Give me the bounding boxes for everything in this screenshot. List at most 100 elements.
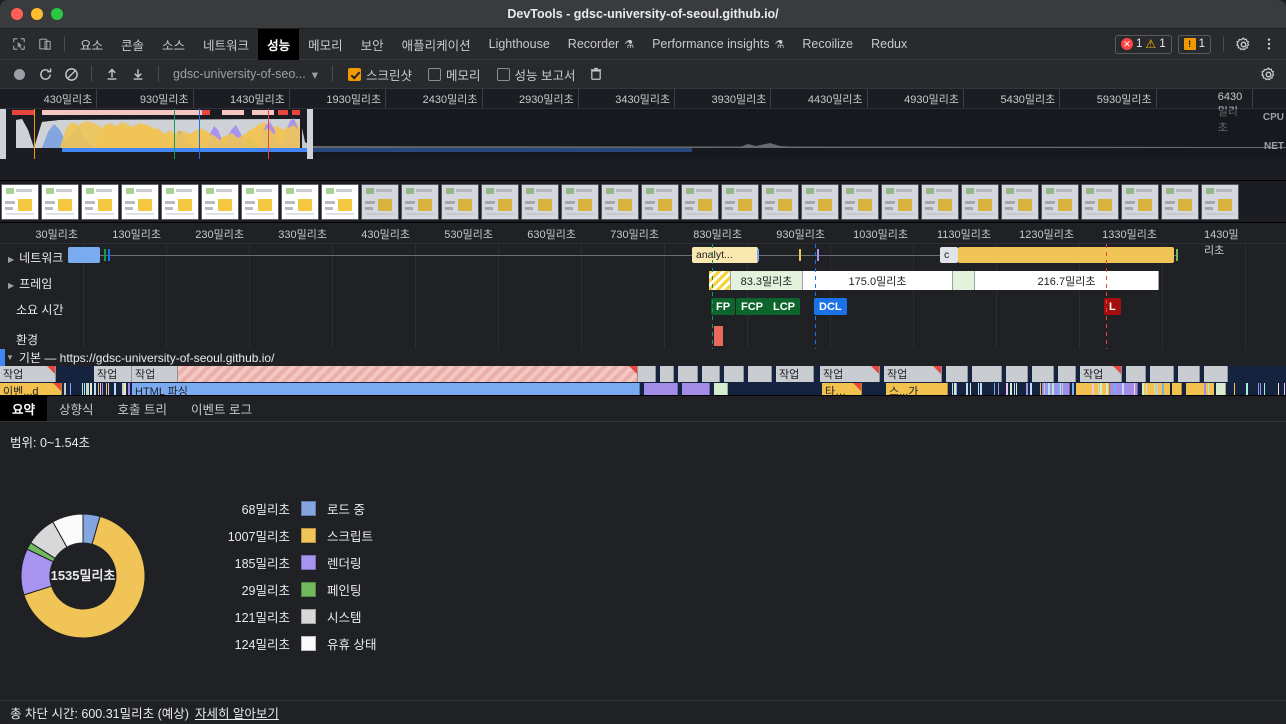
timeline-tracks[interactable]: 30밀리초 130밀리초 230밀리초 330밀리초 430밀리초 530밀리초 630밀리… bbox=[0, 223, 1286, 395]
filmstrip-frame[interactable] bbox=[521, 184, 559, 220]
tab-elements[interactable]: 요소 bbox=[71, 29, 112, 60]
flame-bar-rendering[interactable] bbox=[1110, 383, 1138, 395]
flame-bar-task[interactable]: 작업 bbox=[820, 366, 880, 382]
filmstrip-frame[interactable] bbox=[721, 184, 759, 220]
network-request-main[interactable] bbox=[68, 247, 100, 263]
filmstrip-frame[interactable] bbox=[481, 184, 519, 220]
marker-fcp[interactable]: FCP bbox=[736, 298, 768, 315]
window-controls[interactable] bbox=[0, 8, 63, 20]
maximize-window-button[interactable] bbox=[51, 8, 63, 20]
tab-recoilize[interactable]: Recoilize bbox=[793, 29, 862, 60]
flame-chart[interactable]: 작업 작업 작업 작업 작업 작업 작업 이벤...d HTML 파싱 타… 스… bbox=[0, 366, 1286, 395]
filmstrip-frame[interactable] bbox=[561, 184, 599, 220]
minimize-window-button[interactable] bbox=[31, 8, 43, 20]
close-window-button[interactable] bbox=[11, 8, 23, 20]
track-network-label[interactable]: ▶ 네트워크 bbox=[0, 249, 63, 266]
tab-network[interactable]: 네트워크 bbox=[194, 29, 258, 60]
filmstrip-frame[interactable] bbox=[161, 184, 199, 220]
flame-bar-task[interactable]: 작업 bbox=[884, 366, 942, 382]
download-profile-icon[interactable] bbox=[126, 63, 150, 85]
flame-bar-rendering[interactable] bbox=[644, 383, 678, 395]
flame-bar-html-parse[interactable]: HTML 파싱 bbox=[132, 383, 640, 395]
filmstrip-frame[interactable] bbox=[321, 184, 359, 220]
legend-row[interactable]: 68밀리초 로드 중 bbox=[198, 495, 376, 522]
flame-bar-task[interactable] bbox=[1006, 366, 1028, 382]
filmstrip-frame[interactable] bbox=[961, 184, 999, 220]
tab-security[interactable]: 보안 bbox=[352, 29, 393, 60]
flame-bar-task[interactable] bbox=[724, 366, 744, 382]
main-track-header[interactable]: ▼ 기본 — https://gdsc-university-of-seoul.… bbox=[0, 349, 1286, 366]
flame-bar-task[interactable]: 작업 bbox=[94, 366, 132, 382]
marker-fp[interactable]: FP bbox=[711, 298, 735, 315]
network-request-analytics[interactable]: analyt... bbox=[692, 247, 758, 263]
learn-more-link[interactable]: 자세히 알아보기 bbox=[195, 703, 279, 722]
tab-performance[interactable]: 성능 bbox=[258, 29, 299, 60]
flame-bar-task[interactable] bbox=[946, 366, 968, 382]
frame-item[interactable]: 175.0밀리초 bbox=[803, 271, 953, 290]
filmstrip-frame[interactable] bbox=[1041, 184, 1079, 220]
tab-recorder[interactable]: Recorder ⚗ bbox=[559, 29, 643, 60]
filmstrip-frame[interactable] bbox=[801, 184, 839, 220]
tab-lighthouse[interactable]: Lighthouse bbox=[480, 29, 559, 60]
track-frames-label[interactable]: ▶ 프레임 bbox=[0, 275, 60, 292]
tab-application[interactable]: 애플리케이션 bbox=[393, 29, 480, 60]
filmstrip-frame[interactable] bbox=[1201, 184, 1239, 220]
flame-bar-task[interactable]: 작업 bbox=[1080, 366, 1122, 382]
marker-lcp[interactable]: LCP bbox=[768, 298, 800, 315]
errors-warnings-badge[interactable]: ✕ 1 ⚠ 1 bbox=[1115, 35, 1172, 54]
filmstrip-frame[interactable] bbox=[601, 184, 639, 220]
upload-profile-icon[interactable] bbox=[100, 63, 124, 85]
flame-bar-painting[interactable] bbox=[714, 383, 728, 395]
frame-item[interactable]: 83.3밀리초 bbox=[731, 271, 803, 290]
flame-bar-task[interactable]: 작업 bbox=[776, 366, 814, 382]
flame-bar-long-task[interactable] bbox=[178, 366, 638, 382]
network-request-c[interactable]: c bbox=[940, 247, 958, 263]
flame-bar-timer[interactable]: 타… bbox=[822, 383, 862, 395]
flame-bar-task[interactable] bbox=[972, 366, 1002, 382]
tab-bottom-up[interactable]: 상향식 bbox=[47, 396, 106, 421]
filmstrip-frame[interactable] bbox=[1121, 184, 1159, 220]
legend-row[interactable]: 121밀리초 시스템 bbox=[198, 603, 376, 630]
filmstrip-frame[interactable] bbox=[361, 184, 399, 220]
flame-bar-task[interactable] bbox=[748, 366, 772, 382]
flame-bar-task[interactable] bbox=[1058, 366, 1076, 382]
more-vertical-icon[interactable] bbox=[1256, 32, 1282, 56]
legend-row[interactable]: 185밀리초 렌더링 bbox=[198, 549, 376, 576]
flame-bar-task[interactable] bbox=[660, 366, 674, 382]
filmstrip-frame[interactable] bbox=[881, 184, 919, 220]
flame-bar-script[interactable] bbox=[1186, 383, 1214, 395]
environment-event[interactable] bbox=[714, 326, 723, 346]
flame-bar-task[interactable] bbox=[678, 366, 698, 382]
filmstrip-frame[interactable] bbox=[761, 184, 799, 220]
filmstrip-frame[interactable] bbox=[841, 184, 879, 220]
issues-badge[interactable]: ! 1 bbox=[1178, 35, 1211, 54]
tab-event-log[interactable]: 이벤트 로그 bbox=[179, 396, 264, 421]
gear-icon[interactable] bbox=[1256, 63, 1280, 85]
donut-chart[interactable]: 1535밀리초 bbox=[8, 506, 158, 646]
tab-call-tree[interactable]: 호출 트리 bbox=[106, 396, 179, 421]
filmstrip-frame[interactable] bbox=[201, 184, 239, 220]
flame-bar-task[interactable] bbox=[1032, 366, 1054, 382]
filmstrip-frame[interactable] bbox=[121, 184, 159, 220]
gear-icon[interactable] bbox=[1230, 32, 1256, 56]
perf-report-checkbox[interactable]: 성능 보고서 bbox=[490, 65, 583, 84]
filmstrip-frame[interactable] bbox=[281, 184, 319, 220]
memory-checkbox[interactable]: 메모리 bbox=[421, 65, 488, 84]
filmstrip-frame[interactable] bbox=[1001, 184, 1039, 220]
filmstrip-frame[interactable] bbox=[81, 184, 119, 220]
filmstrip-frame[interactable] bbox=[681, 184, 719, 220]
tab-summary[interactable]: 요약 bbox=[0, 396, 47, 421]
tab-redux[interactable]: Redux bbox=[862, 29, 916, 60]
legend-row[interactable]: 29밀리초 페인팅 bbox=[198, 576, 376, 603]
overview-window-handle-left[interactable] bbox=[0, 109, 6, 159]
frame-item[interactable] bbox=[953, 271, 975, 290]
device-toolbar-icon[interactable] bbox=[32, 32, 58, 56]
filmstrip-frame[interactable] bbox=[441, 184, 479, 220]
legend-row[interactable]: 124밀리초 유휴 상태 bbox=[198, 630, 376, 657]
page-select[interactable]: gdsc-university-of-seo... ▾ bbox=[167, 67, 324, 82]
flame-bar-event[interactable]: 이벤...d bbox=[0, 383, 62, 395]
clear-icon[interactable] bbox=[59, 63, 83, 85]
flame-bar-task[interactable]: 작업 bbox=[0, 366, 56, 382]
flame-bar-task[interactable] bbox=[638, 366, 656, 382]
flame-bar-rendering[interactable] bbox=[682, 383, 710, 395]
